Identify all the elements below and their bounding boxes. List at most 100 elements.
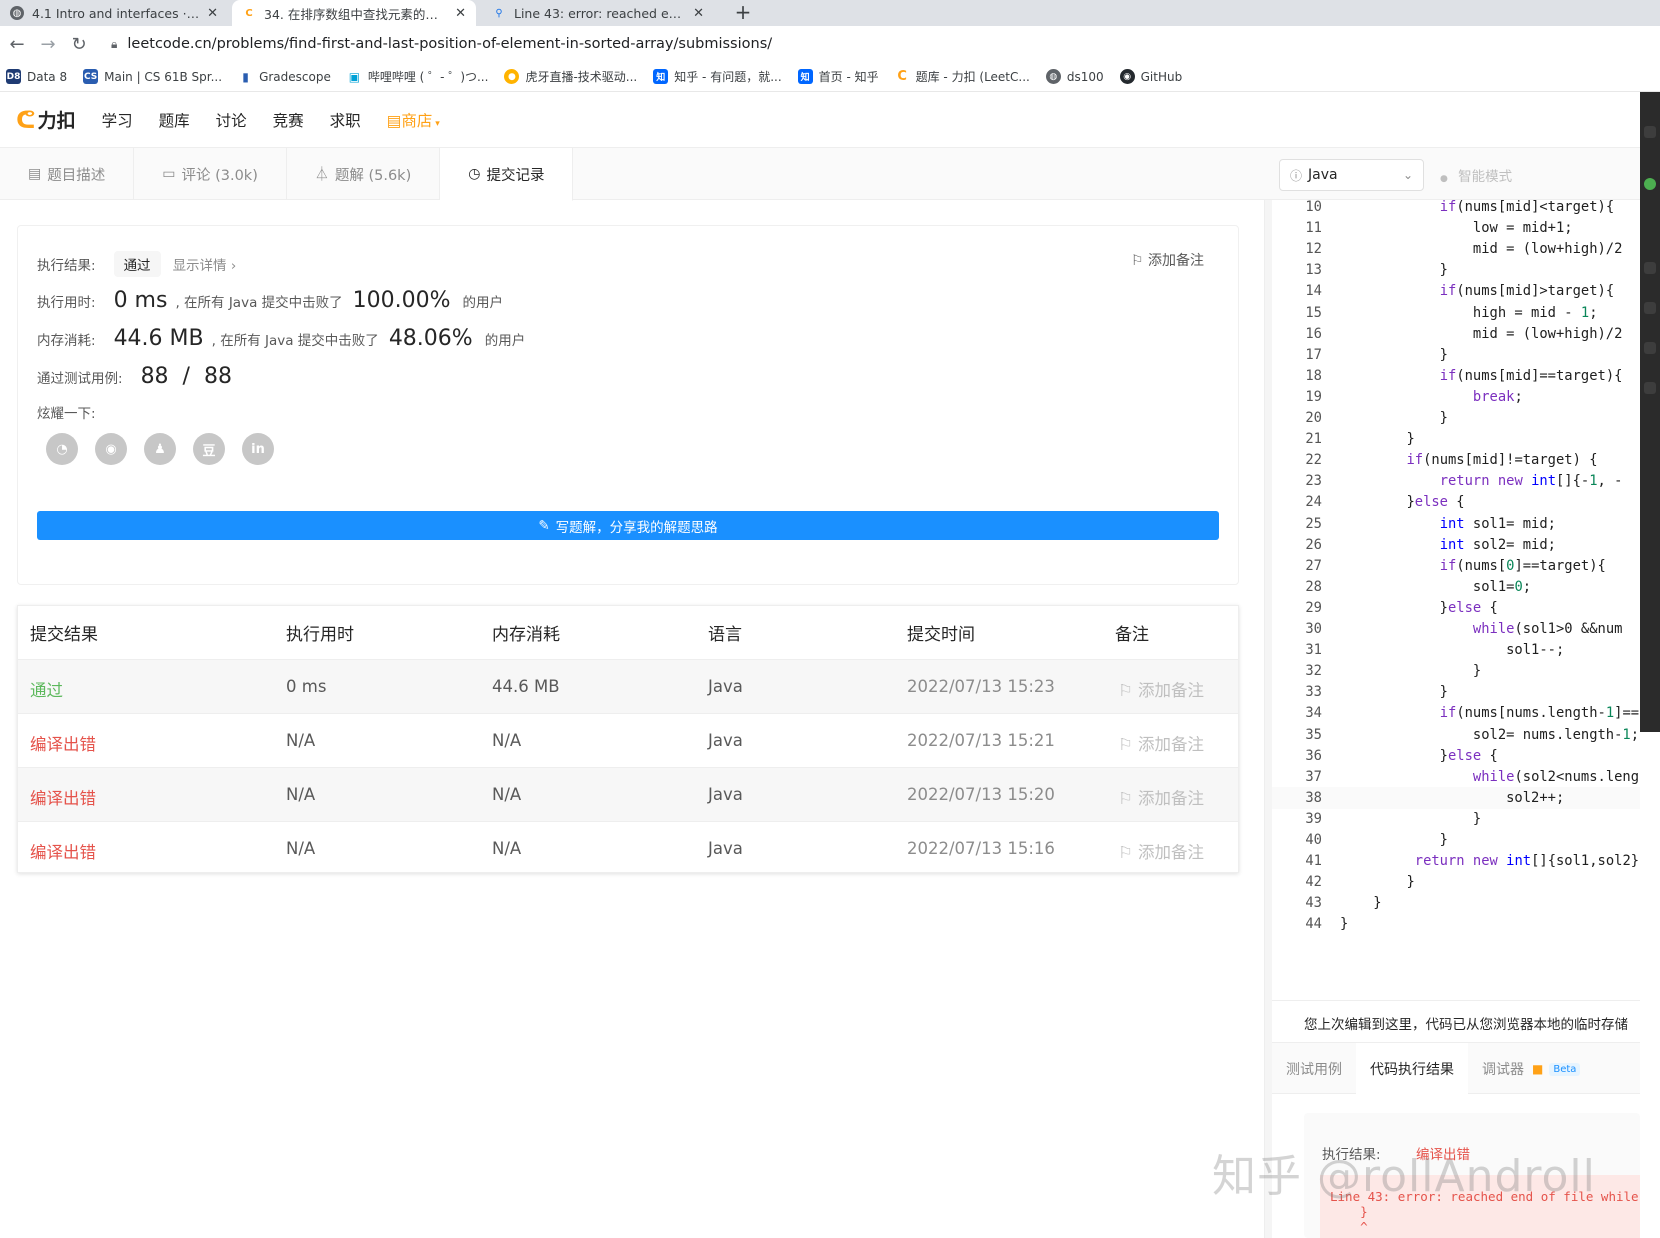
code-line[interactable]: 14 if(nums[mid]>target){ — [1272, 280, 1640, 302]
code-line[interactable]: 44} — [1272, 913, 1640, 935]
table-row[interactable]: 编译出错 N/A N/A Java 2022/07/13 15:20 ⚐ 添加备… — [18, 768, 1238, 822]
tab-comments[interactable]: ▭ 评论 (3.0k) — [134, 148, 287, 200]
tab-solutions[interactable]: ⏃ 题解 (5.6k) — [287, 148, 441, 200]
bookmark-huya[interactable]: ● 虎牙直播-技术驱动... — [504, 68, 637, 85]
row-status[interactable]: 通过 — [30, 677, 63, 701]
code-line[interactable]: 40 } — [1272, 829, 1640, 851]
bookmark-github[interactable]: ◉ GitHub — [1119, 69, 1182, 84]
code-line[interactable]: 10 if(nums[mid]<target){ — [1272, 200, 1640, 218]
qq-icon[interactable]: ♟ — [144, 433, 176, 465]
code-line[interactable]: 31 sol1--; — [1272, 639, 1640, 661]
code-line[interactable]: 22 if(nums[mid]!=target) { — [1272, 449, 1640, 471]
code-editor[interactable]: 10 if(nums[mid]<target){11 low = mid+1; 1… — [1272, 200, 1640, 992]
code-line[interactable]: 15 high = mid - 1; — [1272, 302, 1640, 324]
row-status[interactable]: 编译出错 — [30, 839, 96, 863]
tab-description[interactable]: ▤ 题目描述 — [0, 148, 135, 200]
close-tab-icon[interactable]: ✕ — [693, 6, 704, 21]
code-line[interactable]: 29 }else { — [1272, 597, 1640, 619]
browser-tab-1[interactable]: ◍ 4.1 Intro and interfaces · Hug6 ✕ — [0, 0, 228, 26]
code-line[interactable]: 20 } — [1272, 407, 1640, 429]
leetcode-logo[interactable]: ᕦ 力扣 — [16, 106, 76, 134]
toolbar-icon[interactable] — [1644, 382, 1656, 394]
nav-problems[interactable]: 题库 — [159, 109, 190, 131]
browser-tab-3[interactable]: ⚲ Line 43: error: reached end of ✕ — [482, 0, 714, 26]
code-line[interactable]: 12 mid = (low+high)/2 — [1272, 238, 1640, 260]
code-line[interactable]: 16 mid = (low+high)/2 — [1272, 323, 1640, 345]
tab-testcase[interactable]: 测试用例 — [1272, 1043, 1356, 1095]
code-line[interactable]: 13 } — [1272, 259, 1640, 281]
code-line[interactable]: 28 sol1=0; — [1272, 576, 1640, 598]
code-line[interactable]: 24 }else { — [1272, 491, 1640, 513]
code-line[interactable]: 35 sol2= nums.length-1; — [1272, 724, 1640, 746]
close-tab-icon[interactable]: ✕ — [455, 6, 466, 21]
new-tab-button[interactable]: + — [730, 0, 756, 26]
code-line[interactable]: 11 low = mid+1; — [1272, 217, 1640, 239]
code-line[interactable]: 34 if(nums[nums.length-1]== — [1272, 702, 1640, 724]
code-line[interactable]: 36 }else { — [1272, 745, 1640, 767]
code-line[interactable]: 39 } — [1272, 808, 1640, 830]
reload-icon[interactable]: ↻ — [65, 34, 93, 55]
code-line[interactable]: 18 if(nums[mid]==target){ — [1272, 365, 1640, 387]
code-line[interactable]: 19 break; — [1272, 386, 1640, 408]
bookmark-data8[interactable]: D8 Data 8 — [6, 69, 67, 84]
row-status[interactable]: 编译出错 — [30, 785, 96, 809]
code-line[interactable]: 27 if(nums[0]==target){ — [1272, 555, 1640, 577]
code-line[interactable]: 30 while(sol1>0 &&num — [1272, 618, 1640, 640]
back-arrow-icon[interactable]: ← — [3, 34, 31, 55]
comment-icon: ▭ — [162, 166, 176, 182]
bookmark-cs61b[interactable]: CS Main | CS 61B Spr... — [83, 69, 222, 84]
close-tab-icon[interactable]: ✕ — [207, 6, 218, 21]
url-field[interactable]: 🔒︎ leetcode.cn/problems/find-first-and-l… — [111, 36, 772, 52]
row-add-note[interactable]: ⚐ 添加备注 — [1118, 731, 1204, 755]
code-line[interactable]: 23 return new int[]{-1, - — [1272, 470, 1640, 492]
smart-mode-toggle[interactable]: ● 智能模式 — [1440, 165, 1512, 185]
bookmark-gradescope[interactable]: ▮ Gradescope — [238, 69, 331, 84]
nav-discuss[interactable]: 讨论 — [216, 109, 247, 131]
code-line[interactable]: 17 } — [1272, 344, 1640, 366]
weibo-icon[interactable]: ◉ — [95, 433, 127, 465]
code-line[interactable]: 41 return new int[]{sol1,sol2}; — [1272, 850, 1640, 872]
code-line[interactable]: 38 sol2++; — [1272, 786, 1640, 810]
nav-learn[interactable]: 学习 — [102, 109, 133, 131]
forward-arrow-icon[interactable]: → — [34, 34, 62, 55]
add-note-button[interactable]: ⚐ 添加备注 — [1131, 250, 1204, 270]
nav-shop[interactable]: ▤商店 ▾ — [387, 109, 440, 131]
toolbar-icon[interactable] — [1644, 342, 1656, 354]
douban-icon[interactable]: 豆 — [193, 433, 225, 465]
table-row[interactable]: 编译出错 N/A N/A Java 2022/07/13 15:21 ⚐ 添加备… — [18, 714, 1238, 768]
wechat-icon[interactable]: ◔ — [46, 433, 78, 465]
code-line[interactable]: 42 } — [1272, 871, 1640, 893]
linkedin-icon[interactable]: in — [242, 433, 274, 465]
code-line[interactable]: 32 } — [1272, 660, 1640, 682]
row-add-note[interactable]: ⚐ 添加备注 — [1118, 839, 1204, 863]
row-add-note[interactable]: ⚐ 添加备注 — [1118, 785, 1204, 809]
nav-contest[interactable]: 竞赛 — [273, 109, 304, 131]
code-line[interactable]: 33 } — [1272, 681, 1640, 703]
bookmark-ds100[interactable]: ◍ ds100 — [1045, 69, 1104, 84]
bookmark-bilibili[interactable]: ▣ 哔哩哔哩 ( ゜- ゜)つ... — [346, 68, 488, 85]
code-line[interactable]: 25 int sol1= mid; — [1272, 513, 1640, 535]
pane-splitter[interactable] — [1264, 200, 1272, 1238]
code-line[interactable]: 43 } — [1272, 892, 1640, 914]
browser-tab-2-active[interactable]: C 34. 在排序数组中查找元素的第一 ✕ — [232, 0, 476, 26]
nav-jobs[interactable]: 求职 — [330, 109, 361, 131]
bookmark-leetcode[interactable]: C 题库 - 力扣 (LeetC... — [894, 68, 1030, 85]
row-add-note[interactable]: ⚐ 添加备注 — [1118, 677, 1204, 701]
tab-run-result[interactable]: 代码执行结果 — [1356, 1043, 1468, 1095]
table-row[interactable]: 编译出错 N/A N/A Java 2022/07/13 15:16 ⚐ 添加备… — [18, 822, 1238, 876]
tab-debugger[interactable]: 调试器 ■ Beta — [1468, 1043, 1594, 1095]
bookmark-zhihu-1[interactable]: 知知乎 - 有问题，就... — [653, 68, 782, 85]
language-select[interactable]: ⓘ Java ⌄ — [1279, 159, 1424, 191]
code-line[interactable]: 21 } — [1272, 428, 1640, 450]
bookmark-zhihu-2[interactable]: 知首页 - 知乎 — [797, 68, 879, 85]
toolbar-icon[interactable] — [1644, 262, 1656, 274]
tab-submissions[interactable]: ◷ 提交记录 — [440, 148, 574, 201]
show-details-link[interactable]: 显示详情 › — [173, 254, 237, 274]
code-line[interactable]: 37 while(sol2<nums.leng — [1272, 766, 1640, 788]
row-status[interactable]: 编译出错 — [30, 731, 96, 755]
toolbar-icon[interactable] — [1644, 126, 1656, 138]
table-row[interactable]: 通过 0 ms 44.6 MB Java 2022/07/13 15:23 ⚐ … — [18, 660, 1238, 714]
code-line[interactable]: 26 int sol2= mid; — [1272, 534, 1640, 556]
toolbar-icon[interactable] — [1644, 302, 1656, 314]
write-solution-button[interactable]: ✎ 写题解，分享我的解题思路 — [37, 511, 1219, 540]
